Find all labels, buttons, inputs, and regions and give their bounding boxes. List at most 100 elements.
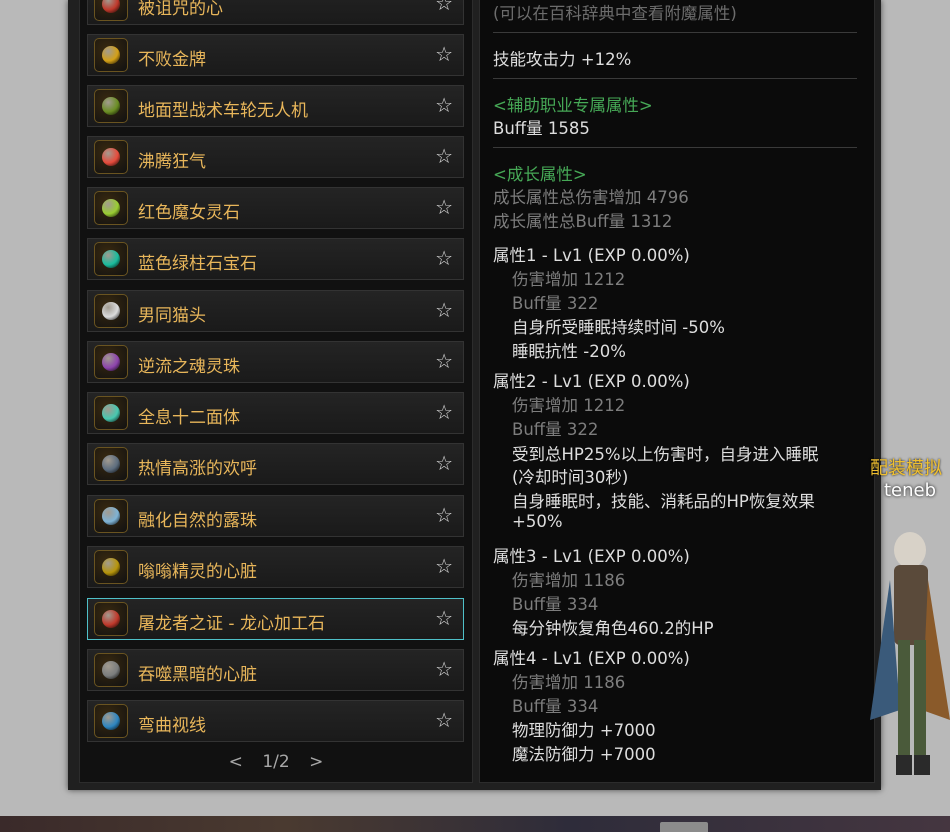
list-item[interactable]: 吞噬黑暗的心脏 ☆ bbox=[87, 649, 464, 691]
list-item[interactable]: 地面型战术车轮无人机 ☆ bbox=[87, 85, 464, 127]
list-item[interactable]: 全息十二面体 ☆ bbox=[87, 392, 464, 434]
list-item[interactable]: 热情高涨的欢呼 ☆ bbox=[87, 443, 464, 485]
favorite-star-icon[interactable]: ☆ bbox=[435, 298, 453, 322]
item-dialog: 被诅咒的心 ☆ 不败金牌 ☆ 地面型战术车轮无人机 ☆ 沸腾狂气 ☆ 红色魔女灵石 ☆ 蓝色绿柱石宝… bbox=[68, 0, 881, 790]
favorite-star-icon[interactable]: ☆ bbox=[435, 42, 453, 66]
item-label: 蓝色绿柱石宝石 bbox=[138, 254, 257, 274]
boiling-frenzy-icon bbox=[94, 140, 128, 174]
icon-orb bbox=[102, 455, 120, 473]
list-item[interactable]: 嗡嗡精灵的心脏 ☆ bbox=[87, 546, 464, 588]
icon-orb bbox=[102, 148, 120, 166]
favorite-star-icon[interactable]: ☆ bbox=[435, 93, 453, 117]
taskbar-tab[interactable] bbox=[660, 822, 708, 832]
loadout-simulator-label[interactable]: 配装模拟 bbox=[870, 454, 942, 480]
wheel-drone-icon bbox=[94, 89, 128, 123]
favorite-star-icon[interactable]: ☆ bbox=[435, 400, 453, 424]
taskbar-strip bbox=[0, 816, 950, 832]
attr1-buff: Buff量 322 bbox=[512, 294, 599, 313]
item-label: 沸腾狂气 bbox=[138, 152, 206, 172]
list-item[interactable]: 融化自然的露珠 ☆ bbox=[87, 495, 464, 537]
cheer-icon bbox=[94, 447, 128, 481]
favorite-star-icon[interactable]: ☆ bbox=[435, 0, 453, 15]
list-item[interactable]: 不败金牌 ☆ bbox=[87, 34, 464, 76]
list-item[interactable]: 沸腾狂气 ☆ bbox=[87, 136, 464, 178]
curved-sight-icon bbox=[94, 704, 128, 738]
item-label: 地面型战术车轮无人机 bbox=[138, 101, 308, 121]
item-label: 融化自然的露珠 bbox=[138, 511, 257, 531]
next-page-button[interactable]: > bbox=[309, 752, 323, 772]
attr2-buff: Buff量 322 bbox=[512, 420, 599, 439]
list-item[interactable]: 被诅咒的心 ☆ bbox=[87, 0, 464, 25]
dragon-heart-icon bbox=[94, 602, 128, 636]
attr2-damage: 伤害增加 1212 bbox=[512, 396, 626, 415]
attr3-damage: 伤害增加 1186 bbox=[512, 571, 626, 590]
favorite-star-icon[interactable]: ☆ bbox=[435, 503, 453, 527]
item-detail-panel: (可以在百科辞典中查看附魔属性) 技能攻击力 +12% <辅助职业专属属性> B… bbox=[479, 0, 875, 783]
favorite-star-icon[interactable]: ☆ bbox=[435, 349, 453, 373]
attr3-buff: Buff量 334 bbox=[512, 595, 599, 614]
favorite-star-icon[interactable]: ☆ bbox=[435, 195, 453, 219]
attr2-title: 属性2 - Lv1 (EXP 0.00%) bbox=[493, 372, 690, 391]
item-label: 逆流之魂灵珠 bbox=[138, 357, 240, 377]
icon-orb bbox=[102, 610, 120, 628]
encyclopedia-hint: (可以在百科辞典中查看附魔属性) bbox=[493, 4, 737, 23]
item-label: 红色魔女灵石 bbox=[138, 203, 240, 223]
item-label: 弯曲视线 bbox=[138, 716, 206, 736]
beryl-gem-icon bbox=[94, 242, 128, 276]
cursed-heart-icon bbox=[94, 0, 128, 21]
icon-orb bbox=[102, 661, 120, 679]
soul-orb-icon bbox=[94, 345, 128, 379]
icon-orb bbox=[102, 353, 120, 371]
list-item[interactable]: 红色魔女灵石 ☆ bbox=[87, 187, 464, 229]
attr1-damage: 伤害增加 1212 bbox=[512, 270, 626, 289]
list-item[interactable]: 男同猫头 ☆ bbox=[87, 290, 464, 332]
attr4-effect1: 物理防御力 +7000 bbox=[512, 721, 656, 740]
divider bbox=[493, 147, 857, 148]
favorite-star-icon[interactable]: ☆ bbox=[435, 554, 453, 578]
page-indicator: 1/2 bbox=[262, 752, 290, 772]
dark-eye-icon bbox=[94, 653, 128, 687]
list-item[interactable]: 弯曲视线 ☆ bbox=[87, 700, 464, 742]
icon-orb bbox=[102, 712, 120, 730]
attr4-damage: 伤害增加 1186 bbox=[512, 673, 626, 692]
favorite-star-icon[interactable]: ☆ bbox=[435, 657, 453, 681]
growth-total-damage: 成长属性总伤害增加 4796 bbox=[493, 188, 689, 207]
item-label: 被诅咒的心 bbox=[138, 0, 223, 19]
icon-orb bbox=[102, 507, 120, 525]
icon-orb bbox=[102, 0, 120, 13]
character-name: teneb bbox=[884, 480, 937, 501]
list-item[interactable]: 蓝色绿柱石宝石 ☆ bbox=[87, 238, 464, 280]
prev-page-button[interactable]: < bbox=[229, 752, 243, 772]
icon-orb bbox=[102, 199, 120, 217]
item-label: 男同猫头 bbox=[138, 306, 206, 326]
attr1-effect2: 睡眠抗性 -20% bbox=[512, 342, 626, 361]
attr3-title: 属性3 - Lv1 (EXP 0.00%) bbox=[493, 547, 690, 566]
attr1-title: 属性1 - Lv1 (EXP 0.00%) bbox=[493, 246, 690, 265]
cat-head-icon bbox=[94, 294, 128, 328]
favorite-star-icon[interactable]: ☆ bbox=[435, 708, 453, 732]
favorite-star-icon[interactable]: ☆ bbox=[435, 451, 453, 475]
item-label: 吞噬黑暗的心脏 bbox=[138, 665, 257, 685]
character-portrait[interactable] bbox=[870, 520, 950, 785]
list-item[interactable]: 屠龙者之证 - 龙心加工石 ☆ bbox=[87, 598, 464, 640]
item-label: 屠龙者之证 - 龙心加工石 bbox=[138, 614, 325, 634]
icon-orb bbox=[102, 302, 120, 320]
item-label: 全息十二面体 bbox=[138, 408, 240, 428]
attr1-effect1: 自身所受睡眠持续时间 -50% bbox=[512, 318, 725, 337]
list-item[interactable]: 逆流之魂灵珠 ☆ bbox=[87, 341, 464, 383]
witch-stone-icon bbox=[94, 191, 128, 225]
favorite-star-icon[interactable]: ☆ bbox=[435, 606, 453, 630]
item-label: 不败金牌 bbox=[138, 50, 206, 70]
dew-drop-icon bbox=[94, 499, 128, 533]
fairy-heart-icon bbox=[94, 550, 128, 584]
attr4-buff: Buff量 334 bbox=[512, 697, 599, 716]
icon-orb bbox=[102, 97, 120, 115]
dodecahedron-icon bbox=[94, 396, 128, 430]
favorite-star-icon[interactable]: ☆ bbox=[435, 246, 453, 270]
attr3-effect1: 每分钟恢复角色460.2的HP bbox=[512, 619, 714, 638]
divider bbox=[493, 32, 857, 33]
attr2-effect2-value: +50% bbox=[512, 512, 563, 531]
item-list-panel: 被诅咒的心 ☆ 不败金牌 ☆ 地面型战术车轮无人机 ☆ 沸腾狂气 ☆ 红色魔女灵石 ☆ 蓝色绿柱石宝… bbox=[79, 0, 473, 783]
favorite-star-icon[interactable]: ☆ bbox=[435, 144, 453, 168]
divider bbox=[493, 78, 857, 79]
